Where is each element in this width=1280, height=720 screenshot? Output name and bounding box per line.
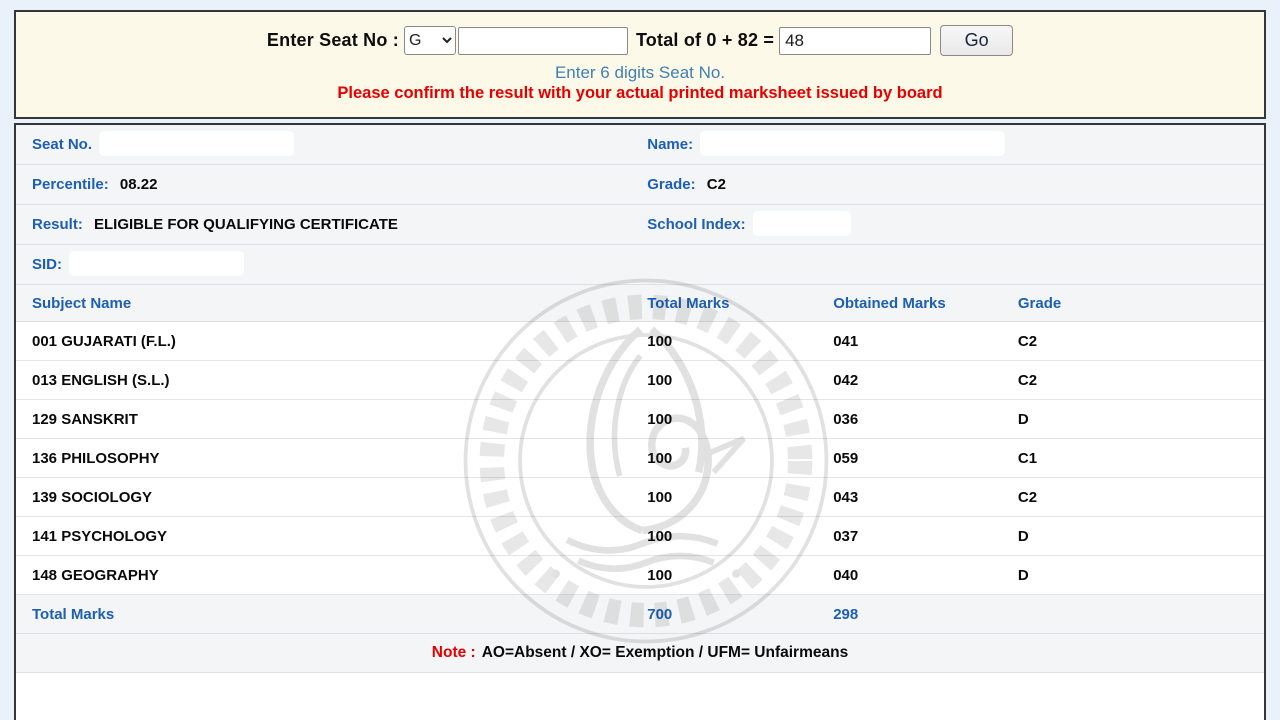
obtained-marks: 059 bbox=[817, 450, 1002, 467]
sid-field: SID: bbox=[16, 254, 631, 276]
header-obtained-marks: Obtained Marks bbox=[817, 295, 1002, 312]
obtained-marks: 036 bbox=[817, 411, 1002, 428]
note-prefix: Note : bbox=[432, 644, 476, 662]
obtained-marks: 042 bbox=[817, 372, 1002, 389]
subject-name: 129 SANSKRIT bbox=[16, 411, 631, 428]
grade: D bbox=[1002, 528, 1264, 545]
grade-value: C2 bbox=[707, 176, 726, 193]
obtained-marks: 041 bbox=[817, 333, 1002, 350]
total-marks: 100 bbox=[631, 333, 817, 350]
result-label: Result: bbox=[32, 216, 83, 233]
total-marks: 100 bbox=[631, 450, 817, 467]
total-marks: 100 bbox=[631, 528, 817, 545]
captcha-input[interactable] bbox=[779, 27, 931, 55]
obtained-marks: 040 bbox=[817, 567, 1002, 584]
captcha-label: Total of 0 + 82 = bbox=[636, 30, 774, 51]
seat-hint-text: Enter 6 digits Seat No. bbox=[16, 63, 1264, 83]
redaction-patch bbox=[69, 251, 244, 276]
subject-name: 141 PSYCHOLOGY bbox=[16, 528, 631, 545]
total-marks-row: Total Marks 700 298 bbox=[16, 595, 1264, 634]
note-text: AO=Absent / XO= Exemption / UFM= Unfairm… bbox=[482, 644, 848, 662]
grade: C2 bbox=[1002, 489, 1264, 506]
total-marks: 100 bbox=[631, 489, 817, 506]
seat-no-label: Enter Seat No : bbox=[267, 30, 399, 51]
percentile-value: 08.22 bbox=[120, 176, 158, 193]
seat-search-form: Enter Seat No : G Total of 0 + 82 = Go bbox=[16, 25, 1264, 56]
table-row: 001 GUJARATI (F.L.) 100 041 C2 bbox=[16, 322, 1264, 361]
seat-series-select[interactable]: G bbox=[404, 26, 456, 55]
subject-name: 013 ENGLISH (S.L.) bbox=[16, 372, 631, 389]
result-panel: Seat No. Name: Percentile: 08.22 Grade: … bbox=[14, 123, 1266, 720]
obtained-marks: 043 bbox=[817, 489, 1002, 506]
grade: C2 bbox=[1002, 333, 1264, 350]
grade: D bbox=[1002, 411, 1264, 428]
name-field-label: Name: bbox=[647, 135, 693, 152]
grade: C1 bbox=[1002, 450, 1264, 467]
total-marks: 100 bbox=[631, 567, 817, 584]
seat-number-input[interactable] bbox=[458, 27, 628, 55]
info-row-seat-name: Seat No. Name: bbox=[16, 125, 1264, 165]
subject-name: 001 GUJARATI (F.L.) bbox=[16, 333, 631, 350]
subject-table-header: Subject Name Total Marks Obtained Marks … bbox=[16, 285, 1264, 322]
total-marks: 100 bbox=[631, 372, 817, 389]
percentile-label: Percentile: bbox=[32, 176, 109, 193]
table-row: 013 ENGLISH (S.L.) 100 042 C2 bbox=[16, 361, 1264, 400]
table-row: 129 SANSKRIT 100 036 D bbox=[16, 400, 1264, 439]
total-row-total: 700 bbox=[631, 606, 817, 623]
subject-name: 148 GEOGRAPHY bbox=[16, 567, 631, 584]
seat-no-field: Seat No. bbox=[16, 134, 631, 156]
result-value: ELIGIBLE FOR QUALIFYING CERTIFICATE bbox=[94, 216, 398, 233]
percentile-field: Percentile: 08.22 bbox=[16, 176, 631, 193]
note-row: Note : AO=Absent / XO= Exemption / UFM= … bbox=[16, 634, 1264, 673]
header-subject-name: Subject Name bbox=[16, 295, 631, 312]
total-row-label: Total Marks bbox=[16, 606, 631, 623]
table-row: 141 PSYCHOLOGY 100 037 D bbox=[16, 517, 1264, 556]
total-marks: 100 bbox=[631, 411, 817, 428]
school-index-field: School Index: bbox=[631, 214, 1264, 236]
sid-label: SID: bbox=[32, 255, 62, 272]
redaction-patch bbox=[99, 131, 294, 156]
info-row-sid: SID: bbox=[16, 245, 1264, 285]
name-field: Name: bbox=[631, 134, 1264, 156]
school-index-label: School Index: bbox=[647, 215, 745, 232]
table-row: 139 SOCIOLOGY 100 043 C2 bbox=[16, 478, 1264, 517]
grade-field: Grade: C2 bbox=[631, 176, 1264, 193]
search-panel: Enter Seat No : G Total of 0 + 82 = Go E… bbox=[14, 10, 1266, 119]
obtained-marks: 037 bbox=[817, 528, 1002, 545]
marksheet-warning-text: Please confirm the result with your actu… bbox=[16, 84, 1264, 103]
header-grade: Grade bbox=[1002, 295, 1264, 312]
grade: D bbox=[1002, 567, 1264, 584]
go-button[interactable]: Go bbox=[940, 25, 1013, 56]
table-row: 136 PHILOSOPHY 100 059 C1 bbox=[16, 439, 1264, 478]
subject-name: 139 SOCIOLOGY bbox=[16, 489, 631, 506]
seat-no-field-label: Seat No. bbox=[32, 135, 92, 152]
subject-name: 136 PHILOSOPHY bbox=[16, 450, 631, 467]
info-row-result-school: Result: ELIGIBLE FOR QUALIFYING CERTIFIC… bbox=[16, 205, 1264, 245]
table-row: 148 GEOGRAPHY 100 040 D bbox=[16, 556, 1264, 595]
grade: C2 bbox=[1002, 372, 1264, 389]
total-row-obtained: 298 bbox=[817, 606, 1002, 623]
grade-label: Grade: bbox=[647, 176, 695, 193]
info-row-percentile-grade: Percentile: 08.22 Grade: C2 bbox=[16, 165, 1264, 205]
redaction-patch bbox=[753, 211, 851, 236]
header-total-marks: Total Marks bbox=[631, 295, 817, 312]
result-field: Result: ELIGIBLE FOR QUALIFYING CERTIFIC… bbox=[16, 216, 631, 233]
redaction-patch bbox=[700, 131, 1005, 156]
